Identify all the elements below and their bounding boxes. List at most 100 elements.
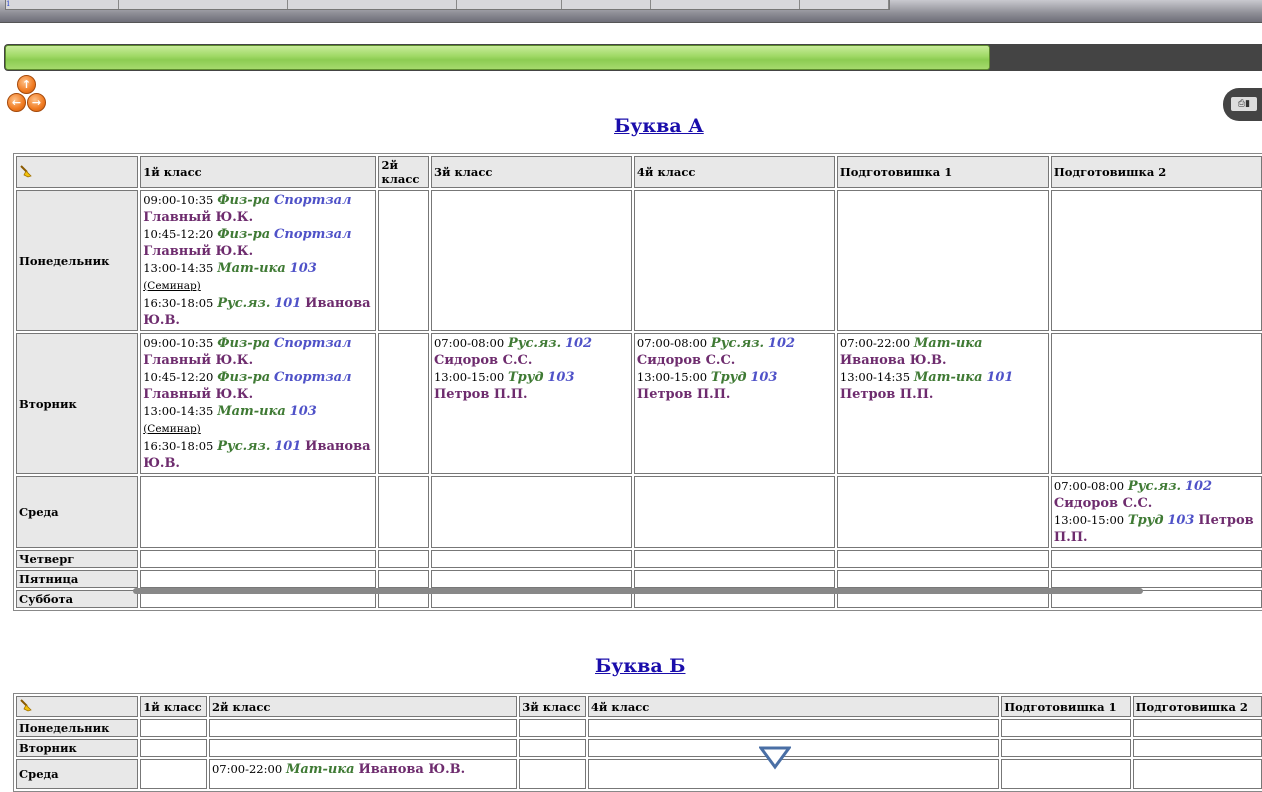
schedule-cell[interactable]: 09:00-10:35 Физ-ра Спортзал Главный Ю.К.… [140,333,377,474]
lesson-entry[interactable]: 13:00-15:00 Труд 103 Петров П.П. [1054,512,1259,546]
schedule-cell[interactable] [836,190,1049,331]
lesson-entry[interactable]: 07:00-22:00 Мат-ика Иванова Ю.В. [212,761,514,778]
lesson-entry[interactable]: 13:00-14:35 Мат-ика 103 (Семинар) [143,403,373,438]
schedule-cell[interactable]: 07:00-08:00 Рус.яз. 102 Сидоров С.С. 13:0… [633,333,835,474]
schedule-cell[interactable] [378,570,429,588]
clear-cell[interactable] [16,696,139,717]
schedule-cell[interactable] [1132,739,1262,757]
lesson-entry[interactable]: 07:00-08:00 Рус.яз. 102 Сидоров С.С. [637,335,832,369]
section-a-title[interactable]: Буква А [614,115,704,137]
lesson-entry[interactable]: 13:00-15:00 Труд 103 Петров П.П. [637,369,832,403]
schedule-cell[interactable]: 09:00-10:35 Физ-ра Спортзал Главный Ю.К.… [140,190,377,331]
schedule-cell[interactable] [1001,719,1131,737]
schedule-cell[interactable] [140,476,377,548]
schedule-cell[interactable]: 07:00-08:00 Рус.яз. 102 Сидоров С.С. 13:0… [1050,476,1262,548]
lesson-room[interactable]: 102 [565,336,592,351]
schedule-cell[interactable] [1001,759,1131,789]
schedule-cell[interactable] [519,719,586,737]
arrow-up-icon[interactable]: ↑ [17,75,36,94]
lesson-room[interactable]: 101 [274,439,301,454]
lesson-room[interactable]: Спортзал [274,227,352,242]
schedule-cell[interactable] [430,190,632,331]
triangle-down-icon[interactable] [759,746,791,770]
lesson-room[interactable]: Спортзал [274,370,352,385]
schedule-cell[interactable] [1050,190,1262,331]
lesson-entry[interactable]: 09:00-10:35 Физ-ра Спортзал Главный Ю.К. [143,192,373,226]
schedule-cell[interactable] [633,190,835,331]
print-button[interactable]: ⎙▮ [1223,88,1262,121]
schedule-cell[interactable] [519,739,586,757]
lesson-entry[interactable]: 07:00-22:00 Мат-ика Иванова Ю.В. [840,335,1046,369]
lesson-note[interactable]: (Семинар) [143,423,201,435]
top-tab-5[interactable] [562,0,651,9]
lesson-entry[interactable]: 16:30-18:05 Рус.яз. 101 Иванова Ю.В. [143,438,373,472]
schedule-cell[interactable] [378,190,429,331]
arrow-right-icon[interactable]: → [27,93,46,112]
lesson-entry[interactable]: 13:00-14:35 Мат-ика 103 (Семинар) [143,260,373,295]
schedule-cell[interactable] [1050,570,1262,588]
schedule-cell[interactable] [587,719,1000,737]
lesson-room[interactable]: 103 [547,370,574,385]
broom-icon[interactable] [19,698,33,712]
schedule-cell[interactable]: 07:00-22:00 Мат-ика Иванова Ю.В. 13:00-14… [836,333,1049,474]
schedule-cell[interactable] [519,759,586,789]
lesson-room[interactable]: 103 [750,370,777,385]
schedule-cell[interactable] [140,739,207,757]
section-b-title[interactable]: Буква Б [595,655,685,677]
schedule-cell[interactable] [140,759,207,789]
schedule-cell[interactable] [633,570,835,588]
schedule-cell[interactable] [430,570,632,588]
lesson-room[interactable]: 102 [1185,479,1212,494]
schedule-cell[interactable] [378,476,429,548]
schedule-cell[interactable] [208,739,518,757]
lesson-room[interactable]: 101 [986,370,1013,385]
schedule-cell[interactable]: 07:00-08:00 Рус.яз. 102 Сидоров С.С. 13:0… [430,333,632,474]
schedule-cell[interactable] [208,719,518,737]
lesson-entry[interactable]: 09:00-10:35 Физ-ра Спортзал Главный Ю.К. [143,335,373,369]
schedule-cell[interactable] [140,719,207,737]
lesson-room[interactable]: 103 [290,404,317,419]
schedule-cell[interactable] [140,550,377,568]
clear-cell[interactable] [16,156,139,188]
lesson-room[interactable]: Спортзал [274,336,352,351]
lesson-entry[interactable]: 13:00-15:00 Труд 103 Петров П.П. [434,369,629,403]
lesson-entry[interactable]: 16:30-18:05 Рус.яз. 101 Иванова Ю.В. [143,295,373,329]
broom-icon[interactable] [19,164,33,178]
top-tab-7[interactable] [800,0,889,9]
lesson-room[interactable]: 101 [274,296,301,311]
lesson-note[interactable]: (Семинар) [143,280,201,292]
top-tab-2[interactable] [119,0,288,9]
schedule-cell[interactable] [140,570,377,588]
schedule-cell[interactable] [1132,719,1262,737]
lesson-entry[interactable]: 13:00-14:35 Мат-ика 101 Петров П.П. [840,369,1046,403]
top-tab-3[interactable] [288,0,457,9]
horizontal-scrollbar[interactable] [133,588,1143,594]
lesson-room[interactable]: Спортзал [274,193,352,208]
lesson-room[interactable]: 103 [290,261,317,276]
schedule-cell[interactable] [836,476,1049,548]
schedule-cell[interactable] [587,739,1000,757]
lesson-room[interactable]: 102 [768,336,795,351]
top-tab-4[interactable] [457,0,562,9]
schedule-cell[interactable] [633,476,835,548]
schedule-cell[interactable] [836,550,1049,568]
top-tab-6[interactable] [651,0,800,9]
top-tab-1[interactable]: 1 [6,0,119,9]
schedule-cell[interactable] [378,550,429,568]
schedule-cell[interactable] [1001,739,1131,757]
schedule-cell[interactable] [587,759,1000,789]
lesson-room[interactable]: 103 [1167,513,1194,528]
schedule-cell[interactable] [430,550,632,568]
schedule-cell[interactable] [1050,333,1262,474]
lesson-entry[interactable]: 10:45-12:20 Физ-ра Спортзал Главный Ю.К. [143,369,373,403]
lesson-entry[interactable]: 07:00-08:00 Рус.яз. 102 Сидоров С.С. [1054,478,1259,512]
arrow-left-icon[interactable]: ← [7,93,26,112]
schedule-cell[interactable] [1132,759,1262,789]
schedule-cell[interactable] [633,550,835,568]
schedule-cell[interactable] [430,476,632,548]
lesson-entry[interactable]: 07:00-08:00 Рус.яз. 102 Сидоров С.С. [434,335,629,369]
schedule-cell[interactable] [836,570,1049,588]
lesson-entry[interactable]: 10:45-12:20 Физ-ра Спортзал Главный Ю.К. [143,226,373,260]
schedule-cell[interactable]: 07:00-22:00 Мат-ика Иванова Ю.В. [208,759,518,789]
schedule-cell[interactable] [378,333,429,474]
